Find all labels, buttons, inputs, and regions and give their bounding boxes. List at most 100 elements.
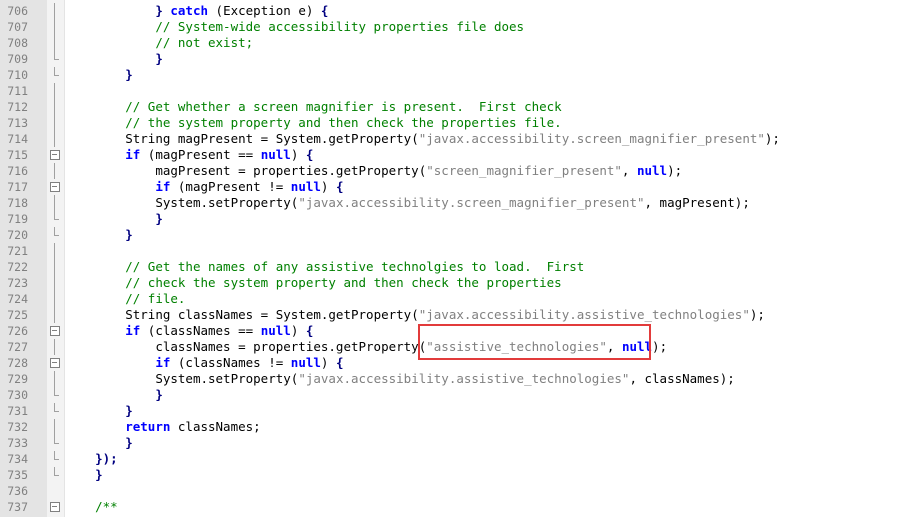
code-text[interactable]: System.setProperty("javax.accessibility.…	[65, 371, 735, 387]
fold-line-icon	[47, 451, 64, 467]
code-line[interactable]: 709 }	[0, 51, 899, 67]
token-pn: }	[155, 211, 163, 226]
code-text[interactable]: // System-wide accessibility properties …	[65, 19, 524, 35]
token-txt: );	[764, 131, 780, 146]
token-txt: , magPresent);	[644, 195, 750, 210]
code-text[interactable]: }	[65, 67, 133, 83]
line-number: 720	[7, 228, 28, 242]
token-cmt: // System-wide accessibility properties …	[155, 19, 525, 34]
code-text[interactable]: if (classNames != null) {	[65, 355, 343, 371]
token-txt: System.setProperty(	[155, 371, 299, 386]
code-line[interactable]: 724 // file.	[0, 291, 899, 307]
code-line[interactable]: 732 return classNames;	[0, 419, 899, 435]
code-text[interactable]: return classNames;	[65, 419, 260, 435]
code-text[interactable]: }	[65, 387, 163, 403]
token-str: "javax.accessibility.assistive_technolog…	[418, 307, 750, 322]
code-editor[interactable]: 706 } catch (Exception e) {707 // System…	[0, 0, 899, 517]
fold-line-icon	[47, 115, 64, 131]
fold-line-icon	[47, 243, 64, 259]
code-text[interactable]: // check the system property and then ch…	[65, 275, 562, 291]
code-text[interactable]: // Get the names of any assistive techno…	[65, 259, 584, 275]
token-pn: }	[125, 67, 133, 82]
code-line[interactable]: 735 }	[0, 467, 899, 483]
code-line[interactable]: 719 }	[0, 211, 899, 227]
code-text[interactable]: // the system property and then check th…	[65, 115, 562, 131]
code-line[interactable]: 707 // System-wide accessibility propert…	[0, 19, 899, 35]
line-number: 723	[7, 276, 28, 290]
code-text[interactable]: String magPresent = System.getProperty("…	[65, 131, 780, 147]
fold-toggle-icon[interactable]	[47, 179, 64, 195]
code-text[interactable]: }	[65, 227, 133, 243]
fold-line-icon	[47, 419, 64, 435]
token-cmt: // check the system property and then ch…	[125, 275, 562, 290]
line-number: 719	[7, 212, 28, 226]
code-line[interactable]: 731 }	[0, 403, 899, 419]
code-text[interactable]: // not exist;	[65, 35, 253, 51]
token-txt: String classNames = System.getProperty(	[125, 307, 419, 322]
code-line[interactable]: 714 String magPresent = System.getProper…	[0, 131, 899, 147]
line-number: 731	[7, 404, 28, 418]
fold-toggle-icon[interactable]	[47, 499, 64, 515]
code-line[interactable]: 730 }	[0, 387, 899, 403]
code-line[interactable]: 712 // Get whether a screen magnifier is…	[0, 99, 899, 115]
token-cmt: // Get whether a screen magnifier is pre…	[125, 99, 562, 114]
token-txt: System.setProperty(	[155, 195, 299, 210]
code-line[interactable]: 729 System.setProperty("javax.accessibil…	[0, 371, 899, 387]
line-number: 714	[7, 132, 28, 146]
fold-line-icon	[47, 19, 64, 35]
token-kw: if	[155, 355, 171, 370]
line-number: 708	[7, 36, 28, 50]
code-text[interactable]: System.setProperty("javax.accessibility.…	[65, 195, 750, 211]
code-line[interactable]: 733 }	[0, 435, 899, 451]
code-line[interactable]: 715 if (magPresent == null) {	[0, 147, 899, 163]
code-line[interactable]: 718 System.setProperty("javax.accessibil…	[0, 195, 899, 211]
code-text[interactable]: }	[65, 467, 103, 483]
token-txt: (magPresent !=	[170, 179, 291, 194]
code-line[interactable]: 734 });	[0, 451, 899, 467]
code-line[interactable]: 723 // check the system property and the…	[0, 275, 899, 291]
code-line[interactable]: 706 } catch (Exception e) {	[0, 3, 899, 19]
line-number: 727	[7, 340, 28, 354]
fold-line-icon	[47, 211, 64, 227]
token-kw: catch	[170, 3, 209, 18]
fold-toggle-icon[interactable]	[47, 355, 64, 371]
code-line[interactable]: 708 // not exist;	[0, 35, 899, 51]
token-pn: }	[155, 3, 171, 18]
line-number: 721	[7, 244, 28, 258]
code-line[interactable]: 716 magPresent = properties.getProperty(…	[0, 163, 899, 179]
code-line[interactable]: 711	[0, 83, 899, 99]
code-text[interactable]: if (classNames == null) {	[65, 323, 313, 339]
code-text[interactable]: }	[65, 51, 163, 67]
code-text[interactable]: if (magPresent == null) {	[65, 147, 313, 163]
code-line[interactable]: 736	[0, 483, 899, 499]
fold-toggle-icon[interactable]	[47, 147, 64, 163]
code-line[interactable]: 717 if (magPresent != null) {	[0, 179, 899, 195]
fold-line-icon	[47, 227, 64, 243]
code-text[interactable]: String classNames = System.getProperty("…	[65, 307, 765, 323]
code-text[interactable]: }	[65, 403, 133, 419]
fold-toggle-icon[interactable]	[47, 323, 64, 339]
code-text[interactable]: }	[65, 435, 133, 451]
code-text[interactable]: // file.	[65, 291, 185, 307]
token-txt: (Exception e)	[208, 3, 321, 18]
code-text[interactable]: }	[65, 211, 163, 227]
code-text[interactable]: if (magPresent != null) {	[65, 179, 343, 195]
token-str: "screen_magnifier_present"	[426, 163, 622, 178]
code-line[interactable]: 725 String classNames = System.getProper…	[0, 307, 899, 323]
code-line[interactable]: 710 }	[0, 67, 899, 83]
token-txt: )	[290, 147, 306, 162]
code-line[interactable]: 713 // the system property and then chec…	[0, 115, 899, 131]
code-line[interactable]: 721	[0, 243, 899, 259]
code-line[interactable]: 722 // Get the names of any assistive te…	[0, 259, 899, 275]
fold-line-icon	[47, 371, 64, 387]
token-str: "javax.accessibility.screen_magnifier_pr…	[418, 131, 765, 146]
code-text[interactable]: });	[65, 451, 118, 467]
token-kw: if	[155, 179, 171, 194]
code-text[interactable]: magPresent = properties.getProperty("scr…	[65, 163, 682, 179]
code-text[interactable]: /**	[65, 499, 118, 515]
code-text[interactable]: // Get whether a screen magnifier is pre…	[65, 99, 562, 115]
code-line[interactable]: 720 }	[0, 227, 899, 243]
code-line[interactable]: 737 /**	[0, 499, 899, 515]
token-pn: }	[155, 387, 163, 402]
code-text[interactable]: } catch (Exception e) {	[65, 3, 328, 19]
